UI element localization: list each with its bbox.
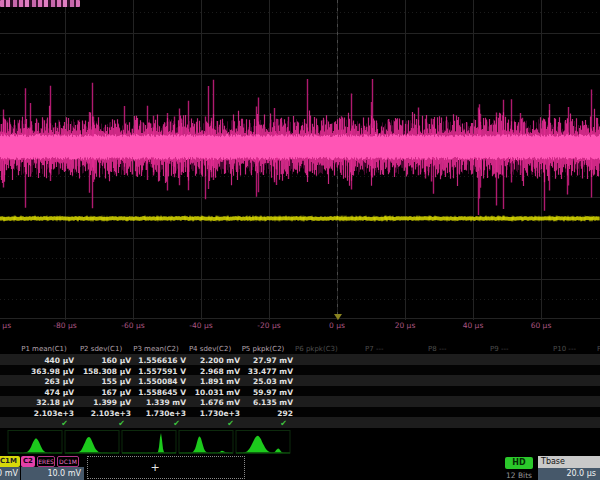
measurement-header[interactable]: P4 sdev(C2) xyxy=(189,345,231,353)
measurement-value: 292 xyxy=(277,409,293,418)
measurement-value: 158.308 µV xyxy=(83,367,131,376)
cropped-text-fragment xyxy=(0,0,80,7)
measurement-value: 25.03 mV xyxy=(253,377,293,386)
measurement-value: 33.477 mV xyxy=(248,367,293,376)
hd-mode-badge: HD xyxy=(505,457,533,469)
histicon-histogram xyxy=(236,436,290,453)
measurement-value: 474 µV xyxy=(44,388,74,397)
time-axis-label: -80 µs xyxy=(53,321,76,330)
timebase-title: Tbase xyxy=(538,456,600,468)
status-check-icon: ✔ xyxy=(280,419,287,428)
c1-value-text: 0 mV xyxy=(0,469,18,478)
time-axis-label: -20 µs xyxy=(257,321,280,330)
measurement-value: 167 µV xyxy=(101,388,131,397)
measurement-value: 27.97 mV xyxy=(253,356,293,365)
measurement-histicons xyxy=(0,428,600,455)
measurement-value: 2.200 mV xyxy=(200,356,240,365)
measurement-header-inactive: P10 --- xyxy=(553,345,576,353)
c2-label-badge[interactable]: C2 xyxy=(21,456,35,467)
status-check-icon: ✔ xyxy=(61,419,68,428)
histicon-histogram xyxy=(8,438,62,453)
measurement-value: 160 µV xyxy=(101,356,131,365)
c2-noise-core xyxy=(1,134,600,160)
time-axis-label: 60 µs xyxy=(531,321,552,330)
c2-descriptor-value[interactable]: 10.0 mV xyxy=(21,467,84,480)
measurement-value: 1.558645 V xyxy=(138,388,186,397)
histicon-box xyxy=(179,431,233,454)
measurement-value: 59.97 mV xyxy=(253,388,293,397)
c2-coupling-badge: DC1M xyxy=(57,456,79,467)
c1-trace xyxy=(0,216,599,221)
measurement-value: 2.103e+3 xyxy=(34,409,74,418)
time-axis-label: -100 µs xyxy=(0,321,11,330)
table-row-stripe xyxy=(0,417,600,428)
measurement-value: 1.339 mV xyxy=(146,398,186,407)
measurement-header[interactable]: P1 mean(C1) xyxy=(21,345,67,353)
measurement-header[interactable]: P2 sdev(C1) xyxy=(80,345,122,353)
c1-coupling-badge[interactable]: DC1M xyxy=(0,456,20,467)
measurement-value: 32.18 µV xyxy=(36,398,74,407)
time-axis-label: 20 µs xyxy=(395,321,416,330)
table-row-stripe xyxy=(0,396,600,407)
measurement-header-inactive: P6 pkpk(C3) xyxy=(295,345,338,353)
bits-label: 12 Bits xyxy=(501,471,537,480)
add-trace-box[interactable]: + xyxy=(87,456,245,479)
time-axis-label: 0 µs xyxy=(329,321,345,330)
measurement-header[interactable]: P3 mean(C2) xyxy=(133,345,179,353)
measurement-value: 1.730e+3 xyxy=(200,409,240,418)
status-check-icon: ✔ xyxy=(227,419,234,428)
timebase-value: 20.0 µs xyxy=(538,468,600,480)
c2-eres-badge: ERES xyxy=(37,456,55,467)
c1-descriptor-value[interactable]: 0 mV xyxy=(0,467,20,480)
time-axis-label: -60 µs xyxy=(121,321,144,330)
waveform-traces xyxy=(0,0,600,320)
trigger-position-marker xyxy=(334,314,342,320)
histicon-histogram xyxy=(65,437,119,453)
measurement-value: 10.031 mV xyxy=(195,388,240,397)
measurement-header-inactive: P9 --- xyxy=(490,345,508,353)
oscilloscope-screen: -100 µs -80 µs -60 µs -40 µs -20 µs 0 µs 20 µs… xyxy=(0,0,600,480)
table-row-stripe xyxy=(0,375,600,386)
measurement-value: 1.399 µV xyxy=(93,398,131,407)
measurement-value: 363.98 µV xyxy=(31,367,74,376)
histicon-box xyxy=(122,431,176,454)
measurement-value: 1.550084 V xyxy=(138,377,186,386)
measurement-value: 6.135 mV xyxy=(253,398,293,407)
measurement-value: 1.556616 V xyxy=(138,356,186,365)
timebase-box[interactable]: Tbase 20.0 µs xyxy=(538,456,600,480)
measurement-value: 155 µV xyxy=(101,377,131,386)
measurement-value: 440 µV xyxy=(44,356,74,365)
histicon-histogram xyxy=(122,433,176,453)
time-axis-label: -40 µs xyxy=(189,321,212,330)
measurement-header[interactable]: P5 pkpk(C2) xyxy=(242,345,285,353)
measurement-header-inactive: P8 --- xyxy=(428,345,446,353)
measurement-value: 2.103e+3 xyxy=(91,409,131,418)
measurement-value: 1.557591 V xyxy=(138,367,186,376)
c2-value-text: 10.0 mV xyxy=(47,469,81,478)
measurement-value: 2.968 mV xyxy=(200,367,240,376)
status-check-icon: ✔ xyxy=(173,419,180,428)
measurement-value: 1.676 mV xyxy=(200,398,240,407)
measurement-value: 263 µV xyxy=(44,377,74,386)
measurement-header-inactive: P7 --- xyxy=(365,345,383,353)
table-row-stripe xyxy=(0,386,600,397)
table-row-stripe xyxy=(0,354,600,365)
measurement-value: 1.730e+3 xyxy=(146,409,186,418)
time-axis-label: 40 µs xyxy=(463,321,484,330)
histicon-histogram xyxy=(179,437,233,453)
plus-icon: + xyxy=(150,461,159,474)
measurement-value: 1.891 mV xyxy=(200,377,240,386)
status-check-icon: ✔ xyxy=(118,419,125,428)
